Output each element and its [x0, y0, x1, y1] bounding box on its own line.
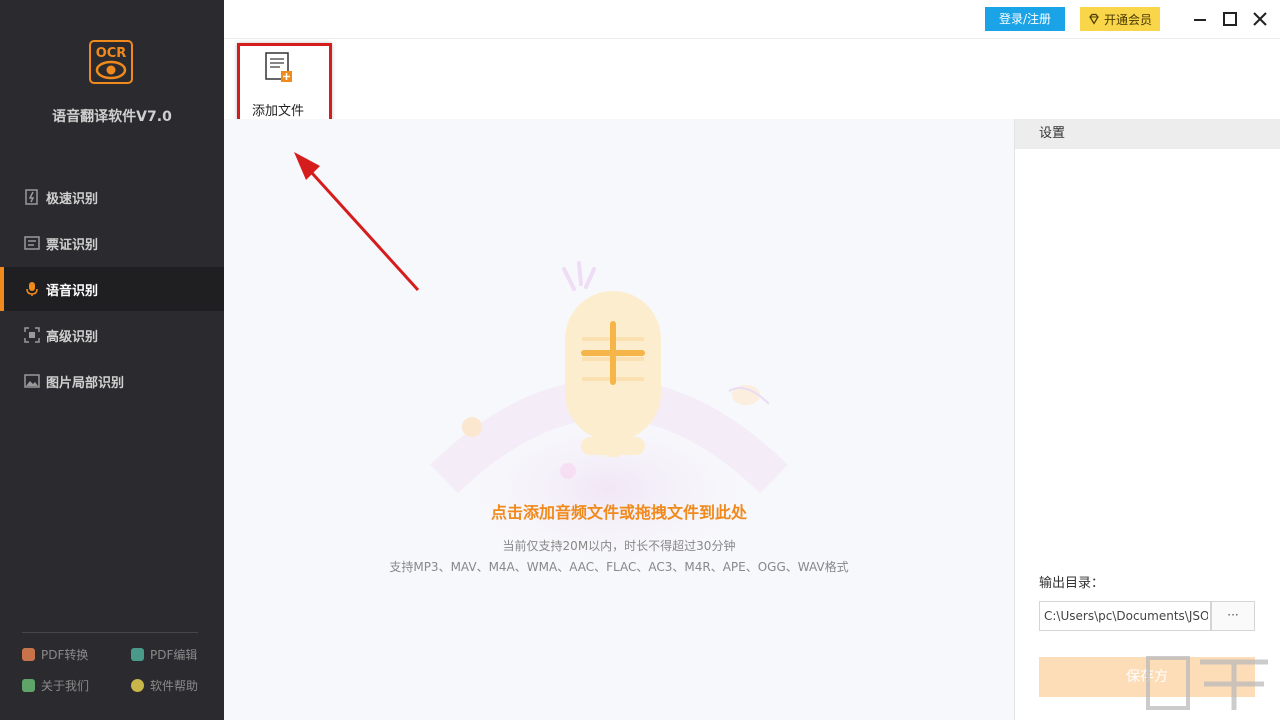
browse-button[interactable]: ···: [1211, 601, 1255, 631]
format-hint: 支持MP3、MAV、M4A、WMA、AAC、FLAC、AC3、M4R、APE、O…: [389, 560, 849, 574]
login-register-button[interactable]: 登录/注册: [985, 7, 1065, 31]
annotation-arrow: [294, 152, 420, 292]
app-title: 语音翻译软件V7.0: [52, 109, 172, 125]
settings-header: 设置: [1015, 119, 1280, 149]
minimize-icon[interactable]: [1190, 9, 1210, 29]
sidebar-item-label: 票证识别: [46, 237, 99, 253]
sidebar: OCR 语音翻译软件V7.0 极速识别 票证识别 语音识别 高级识别 图片局部识…: [0, 0, 224, 720]
pdf-edit-label: PDF编辑: [150, 648, 198, 662]
title-bar: 登录/注册 开通会员: [224, 0, 1280, 39]
about-icon: [22, 679, 35, 692]
help-icon: [131, 679, 144, 692]
sidebar-item-label: 极速识别: [46, 191, 99, 207]
lightning-doc-icon: [25, 189, 38, 205]
sidebar-item-advanced-recognition[interactable]: 高级识别: [0, 313, 224, 357]
vip-label: 开通会员: [1103, 12, 1152, 27]
sidebar-item-label: 高级识别: [46, 329, 99, 345]
output-dir-label: 输出目录：: [1039, 576, 1105, 591]
sidebar-item-voice-recognition[interactable]: 语音识别: [0, 267, 224, 311]
diamond-icon: [1089, 13, 1099, 25]
help-label: 软件帮助: [150, 679, 199, 693]
size-limit-hint: 当前仅支持20M以内，时长不得超过30分钟: [502, 539, 736, 553]
sidebar-item-image-partial-recognition[interactable]: 图片局部识别: [0, 359, 224, 403]
about-link[interactable]: 关于我们: [22, 677, 89, 694]
about-label: 关于我们: [41, 679, 90, 693]
help-link[interactable]: 软件帮助: [131, 677, 198, 694]
pdf-edit-icon: [131, 648, 144, 661]
vip-button[interactable]: 开通会员: [1080, 7, 1160, 31]
ticket-icon: [24, 236, 40, 250]
sidebar-item-ticket-recognition[interactable]: 票证识别: [0, 221, 224, 265]
highlight-box: [237, 43, 332, 126]
close-icon[interactable]: [1250, 9, 1270, 29]
sidebar-divider: [22, 632, 198, 633]
toolbar: 添加文件: [224, 39, 1280, 119]
scan-icon: [24, 327, 40, 343]
sidebar-item-fast-recognition[interactable]: 极速识别: [0, 175, 224, 219]
pdf-convert-link[interactable]: PDF转换: [22, 646, 88, 663]
output-dir-input[interactable]: [1039, 601, 1211, 631]
microphone-icon: [26, 282, 38, 296]
image-icon: [24, 374, 40, 388]
pdf-edit-link[interactable]: PDF编辑: [131, 646, 197, 663]
pdf-convert-icon: [22, 648, 35, 661]
maximize-icon[interactable]: [1220, 9, 1240, 29]
watermark-logo: [1146, 656, 1268, 710]
pdf-convert-label: PDF转换: [41, 648, 89, 662]
ocr-logo-icon: OCR: [89, 40, 133, 84]
sidebar-item-label: 语音识别: [46, 283, 99, 299]
sidebar-item-label: 图片局部识别: [46, 375, 125, 391]
settings-panel: 设置 输出目录： ··· 保存方: [1014, 119, 1280, 720]
drop-title: 点击添加音频文件或拖拽文件到此处: [490, 503, 747, 522]
svg-text:OCR: OCR: [96, 46, 127, 61]
